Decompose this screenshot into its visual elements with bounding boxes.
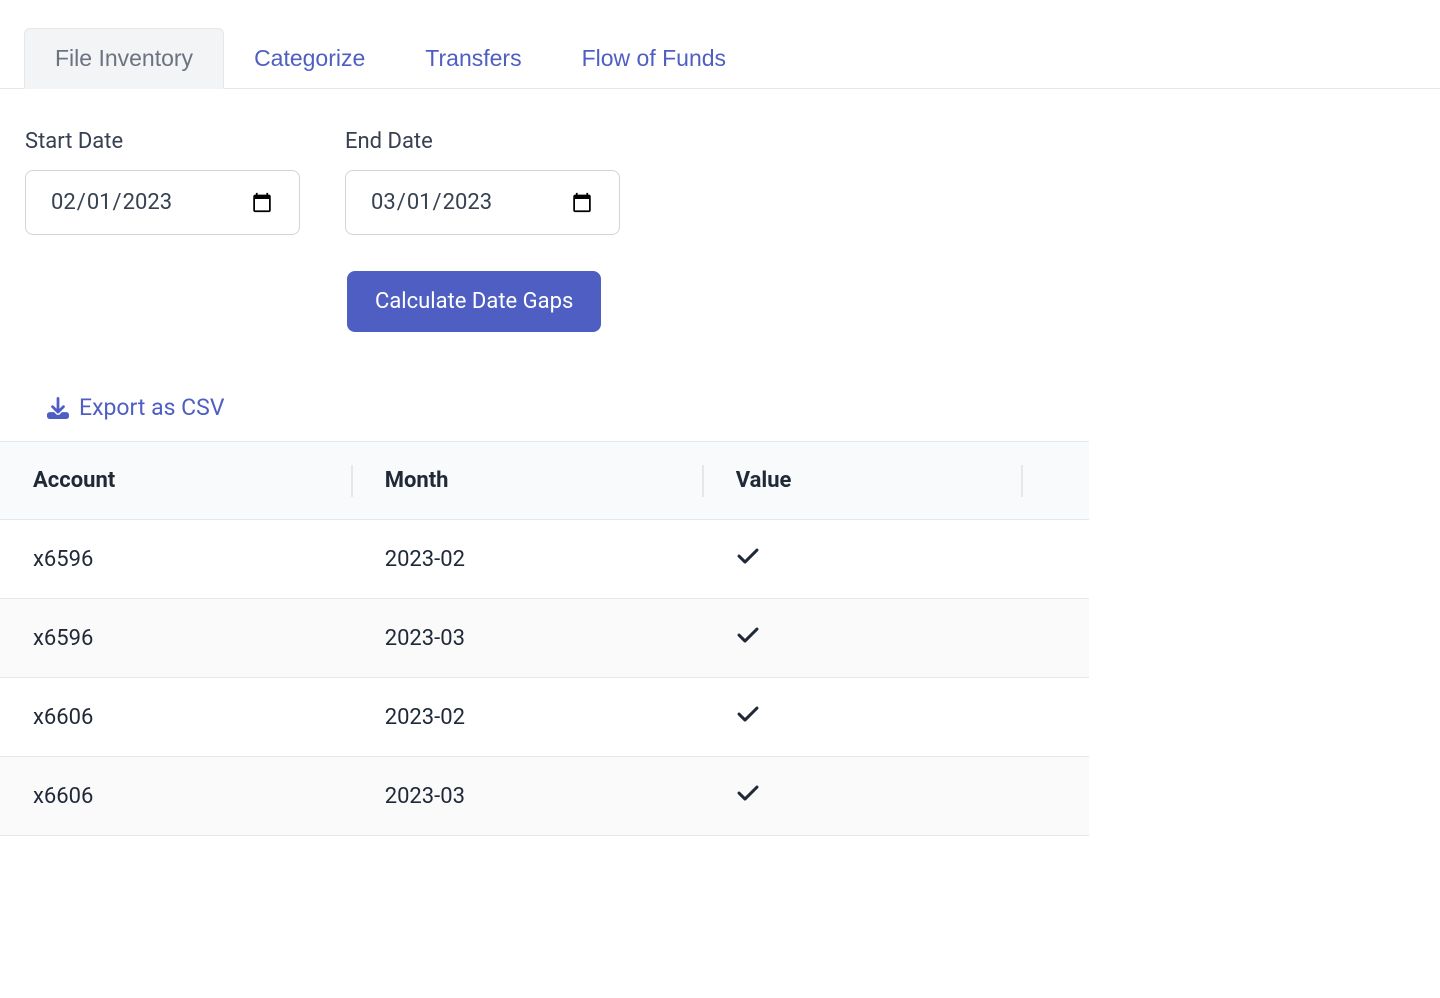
cell-account: x6606	[0, 757, 351, 836]
end-date-input[interactable]	[345, 170, 620, 235]
table-header-row: Account Month Value	[0, 442, 1089, 520]
col-header-extra	[1021, 442, 1089, 520]
start-date-input[interactable]	[25, 170, 300, 235]
end-date-group: End Date	[345, 129, 620, 235]
table-row: x65962023-02	[0, 520, 1089, 599]
export-csv-label: Export as CSV	[79, 394, 224, 421]
end-date-label: End Date	[345, 129, 620, 154]
cell-value	[702, 757, 1021, 836]
date-controls: Start Date End Date	[25, 129, 1415, 235]
table-row: x65962023-03	[0, 599, 1089, 678]
button-row: Calculate Date Gaps	[347, 271, 1415, 332]
tab-transfers[interactable]: Transfers	[395, 28, 551, 88]
cell-extra	[1021, 520, 1089, 599]
check-icon	[736, 623, 760, 647]
col-header-account[interactable]: Account	[0, 442, 351, 520]
check-icon	[736, 544, 760, 568]
tab-content: Start Date End Date Calculate Date Gaps …	[0, 89, 1440, 441]
table-body: x65962023-02x65962023-03x66062023-02x660…	[0, 520, 1089, 836]
cell-month: 2023-03	[351, 599, 702, 678]
cell-extra	[1021, 757, 1089, 836]
cell-month: 2023-02	[351, 678, 702, 757]
cell-value	[702, 678, 1021, 757]
tab-bar: File Inventory Categorize Transfers Flow…	[0, 0, 1440, 89]
tab-file-inventory[interactable]: File Inventory	[24, 28, 224, 89]
cell-month: 2023-03	[351, 757, 702, 836]
calculate-date-gaps-button[interactable]: Calculate Date Gaps	[347, 271, 601, 332]
col-header-month[interactable]: Month	[351, 442, 702, 520]
results-table: Account Month Value x65962023-02x6596202…	[0, 441, 1089, 836]
download-icon	[47, 397, 69, 419]
cell-account: x6596	[0, 520, 351, 599]
cell-account: x6596	[0, 599, 351, 678]
start-date-label: Start Date	[25, 129, 300, 154]
table-row: x66062023-03	[0, 757, 1089, 836]
table-row: x66062023-02	[0, 678, 1089, 757]
cell-extra	[1021, 678, 1089, 757]
cell-extra	[1021, 599, 1089, 678]
cell-value	[702, 599, 1021, 678]
check-icon	[736, 781, 760, 805]
cell-month: 2023-02	[351, 520, 702, 599]
export-csv-link[interactable]: Export as CSV	[47, 394, 224, 421]
tab-categorize[interactable]: Categorize	[224, 28, 395, 88]
col-header-value[interactable]: Value	[702, 442, 1021, 520]
cell-account: x6606	[0, 678, 351, 757]
cell-value	[702, 520, 1021, 599]
table-wrapper: Account Month Value x65962023-02x6596202…	[0, 441, 1089, 836]
tab-flow-of-funds[interactable]: Flow of Funds	[552, 28, 756, 88]
check-icon	[736, 702, 760, 726]
start-date-group: Start Date	[25, 129, 300, 235]
